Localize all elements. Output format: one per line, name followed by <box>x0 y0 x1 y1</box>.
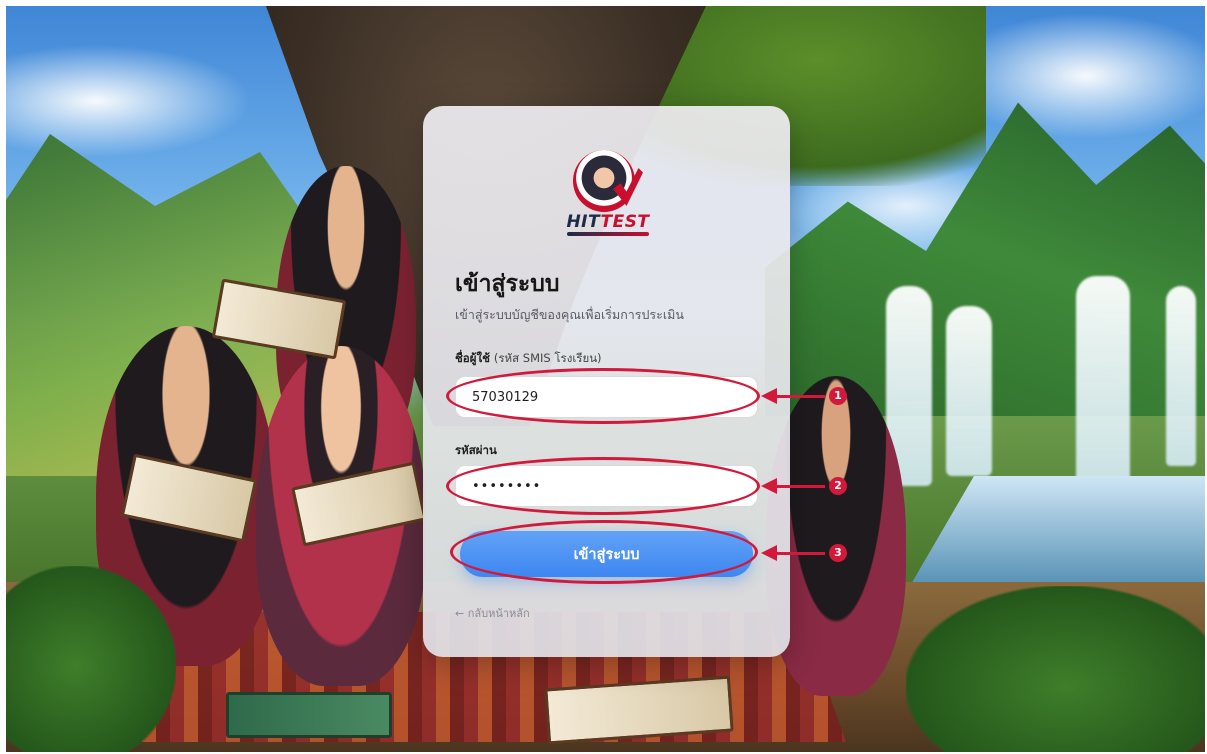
back-to-home-link[interactable]: ← กลับหน้าหลัก <box>455 604 530 622</box>
annotation-arrow-icon <box>761 478 825 494</box>
page-title: เข้าสู่ระบบ <box>455 271 560 297</box>
logo-underline <box>567 232 649 236</box>
waterfall <box>946 306 992 476</box>
logo-wordmark: HITTEST <box>566 212 650 232</box>
username-hint: (รหัส SMIS โรงเรียน) <box>493 351 602 365</box>
page: HITTEST เข้าสู่ระบบ เข้าสู่ระบบบัญชีของค… <box>0 0 1207 754</box>
foliage <box>906 586 1205 752</box>
username-label: ชื่อผู้ใช้ (รหัส SMIS โรงเรียน) <box>455 351 602 365</box>
password-label: รหัสผ่าน <box>455 443 497 457</box>
annotation-badge-2: 2 <box>829 477 847 495</box>
page-subtitle: เข้าสู่ระบบบัญชีของคุณเพื่อเริ่มการประเม… <box>455 307 684 322</box>
annotation-badge-1: 1 <box>829 387 847 405</box>
annotation-badge-3: 3 <box>829 544 847 562</box>
foliage <box>6 566 176 752</box>
annotation-ellipse-login-button <box>450 520 758 584</box>
annotation-arrow-icon <box>761 388 825 404</box>
annotation-arrow-icon <box>761 545 825 561</box>
annotation-ellipse-password <box>446 457 760 515</box>
closed-book <box>226 692 392 738</box>
waterfall <box>1166 286 1196 466</box>
waterfall <box>1076 276 1130 486</box>
hittest-logo: HITTEST <box>563 150 653 240</box>
annotation-ellipse-username <box>446 368 760 424</box>
